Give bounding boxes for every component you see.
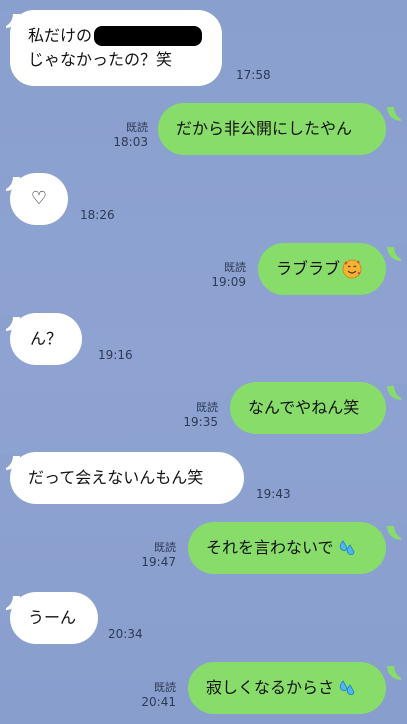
message-text: ラブラブ (276, 259, 341, 278)
message-meta: 既読 18:03 (108, 120, 148, 150)
message-text: ♡ (30, 188, 48, 209)
message-time: 19:35 (183, 415, 218, 429)
message-text: 寂しくなるからさ (206, 678, 335, 697)
message-meta: 19:16 (98, 348, 133, 363)
message-time: 20:34 (108, 627, 143, 641)
message-text: じゃなかったの？笑 (28, 50, 173, 69)
message-meta: 18:26 (80, 208, 115, 223)
read-receipt: 既読 (196, 401, 218, 414)
message-bubble-incoming[interactable]: 私だけの じゃなかったの？笑 (10, 10, 222, 86)
read-receipt: 既読 (224, 261, 246, 274)
message-time: 20:41 (141, 695, 176, 709)
message-time: 19:09 (211, 275, 246, 289)
message-meta: 19:43 (256, 487, 291, 502)
message-bubble-incoming[interactable]: ん？ (10, 313, 82, 365)
sweat-droplets-icon (339, 540, 354, 556)
message-time: 19:47 (141, 555, 176, 569)
message-meta: 既読 19:35 (178, 400, 218, 430)
smiling-face-with-hearts-icon (342, 259, 362, 279)
message-meta: 既読 19:47 (136, 540, 176, 570)
message-bubble-outgoing[interactable]: ラブラブ (258, 243, 386, 295)
message-time: 18:03 (113, 135, 148, 149)
chat-area[interactable]: 私だけの じゃなかったの？笑 17:58 既読 18:03 だから非公開にしたや… (0, 0, 407, 724)
message-bubble-incoming[interactable]: うーん (10, 592, 98, 644)
bubble-tail (387, 384, 407, 400)
message-bubble-outgoing[interactable]: それを言わないで (188, 522, 386, 574)
redacted-name (94, 26, 203, 46)
message-text: それを言わないで (206, 538, 334, 557)
read-receipt: 既読 (154, 681, 176, 694)
read-receipt: 既読 (126, 121, 148, 134)
bubble-tail (387, 664, 407, 680)
message-time: 18:26 (80, 208, 115, 222)
message-meta: 17:58 (236, 68, 271, 83)
read-receipt: 既読 (154, 541, 176, 554)
bubble-tail (387, 105, 407, 121)
message-text: なんでやねん笑 (248, 398, 360, 417)
message-text: うーん (28, 608, 77, 627)
message-meta: 既読 20:41 (136, 680, 176, 710)
message-time: 17:58 (236, 68, 271, 82)
message-meta: 既読 19:09 (206, 260, 246, 290)
message-bubble-incoming[interactable]: ♡ (10, 173, 68, 225)
message-text: ん？ (29, 329, 62, 348)
message-bubble-outgoing[interactable]: なんでやねん笑 (230, 382, 386, 434)
message-bubble-outgoing[interactable]: 寂しくなるからさ (188, 662, 386, 714)
message-time: 19:16 (98, 348, 133, 362)
message-bubble-incoming[interactable]: だって会えないんもん笑 (10, 452, 244, 504)
message-text: 私だけの (28, 26, 93, 45)
message-time: 19:43 (256, 487, 291, 501)
message-text: だから非公開にしたやん (176, 119, 353, 138)
message-text: だって会えないんもん笑 (28, 468, 204, 487)
bubble-tail (387, 524, 407, 540)
message-bubble-outgoing[interactable]: だから非公開にしたやん (158, 103, 386, 155)
sweat-droplets-icon (339, 680, 355, 696)
bubble-tail (387, 245, 407, 261)
message-meta: 20:34 (108, 627, 143, 642)
